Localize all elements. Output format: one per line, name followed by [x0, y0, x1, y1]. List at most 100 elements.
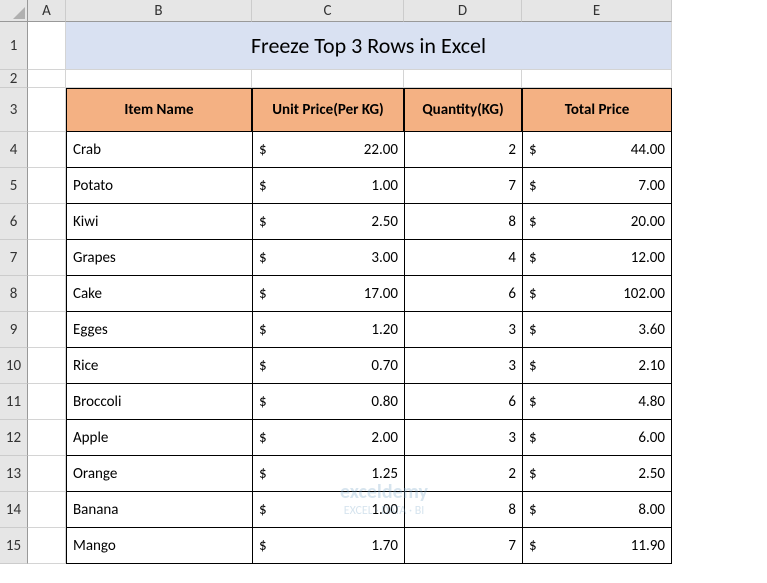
cell-r2-4[interactable] — [522, 70, 672, 88]
cell-A10[interactable] — [28, 348, 66, 384]
cell-item-14[interactable]: Banana — [66, 492, 252, 528]
cell-unit-4[interactable]: $22.00 — [252, 132, 404, 168]
cell-item-6[interactable]: Kiwi — [66, 204, 252, 240]
cell-total-7[interactable]: $12.00 — [522, 240, 672, 276]
cell-qty-6[interactable]: 8 — [404, 204, 522, 240]
column-header-B[interactable]: B — [66, 0, 252, 22]
cell-A14[interactable] — [28, 492, 66, 528]
unit-value: 17.00 — [364, 285, 398, 303]
column-header-C[interactable]: C — [252, 0, 404, 22]
cell-item-7[interactable]: Grapes — [66, 240, 252, 276]
cell-A6[interactable] — [28, 204, 66, 240]
cell-qty-13[interactable]: 2 — [404, 456, 522, 492]
spreadsheet-grid[interactable]: ABCDE1Freeze Top 3 Rows in Excel23Item N… — [0, 0, 767, 564]
column-header-E[interactable]: E — [522, 0, 672, 22]
cell-item-11[interactable]: Broccoli — [66, 384, 252, 420]
row-header-2[interactable]: 2 — [0, 70, 28, 88]
total-value: 12.00 — [631, 249, 665, 267]
cell-unit-6[interactable]: $2.50 — [252, 204, 404, 240]
cell-total-14[interactable]: $8.00 — [522, 492, 672, 528]
cell-r2-2[interactable] — [252, 70, 404, 88]
select-all-corner[interactable] — [0, 0, 28, 22]
cell-A4[interactable] — [28, 132, 66, 168]
cell-A7[interactable] — [28, 240, 66, 276]
unit-value: 1.20 — [371, 321, 398, 339]
cell-qty-8[interactable]: 6 — [404, 276, 522, 312]
cell-total-9[interactable]: $3.60 — [522, 312, 672, 348]
cell-qty-10[interactable]: 3 — [404, 348, 522, 384]
cell-item-10[interactable]: Rice — [66, 348, 252, 384]
cell-r2-3[interactable] — [404, 70, 522, 88]
cell-total-10[interactable]: $2.10 — [522, 348, 672, 384]
row-header-8[interactable]: 8 — [0, 276, 28, 312]
cell-unit-5[interactable]: $1.00 — [252, 168, 404, 204]
cell-A5[interactable] — [28, 168, 66, 204]
cell-unit-9[interactable]: $1.20 — [252, 312, 404, 348]
cell-A8[interactable] — [28, 276, 66, 312]
row-header-10[interactable]: 10 — [0, 348, 28, 384]
cell-item-4[interactable]: Crab — [66, 132, 252, 168]
cell-unit-11[interactable]: $0.80 — [252, 384, 404, 420]
cell-item-15[interactable]: Mango — [66, 528, 252, 564]
cell-qty-14[interactable]: 8 — [404, 492, 522, 528]
unit-value: 0.70 — [371, 357, 398, 375]
cell-total-11[interactable]: $4.80 — [522, 384, 672, 420]
cell-total-6[interactable]: $20.00 — [522, 204, 672, 240]
cell-A1[interactable] — [28, 22, 66, 70]
cell-item-8[interactable]: Cake — [66, 276, 252, 312]
cell-A13[interactable] — [28, 456, 66, 492]
cell-unit-13[interactable]: $1.25 — [252, 456, 404, 492]
cell-qty-12[interactable]: 3 — [404, 420, 522, 456]
row-header-12[interactable]: 12 — [0, 420, 28, 456]
row-header-14[interactable]: 14 — [0, 492, 28, 528]
cell-A15[interactable] — [28, 528, 66, 564]
column-header-D[interactable]: D — [404, 0, 522, 22]
cell-qty-11[interactable]: 6 — [404, 384, 522, 420]
currency-symbol: $ — [529, 465, 537, 483]
title-cell[interactable]: Freeze Top 3 Rows in Excel — [66, 22, 672, 70]
row-header-1[interactable]: 1 — [0, 22, 28, 70]
row-header-15[interactable]: 15 — [0, 528, 28, 564]
currency-symbol: $ — [529, 393, 537, 411]
cell-item-12[interactable]: Apple — [66, 420, 252, 456]
total-value: 11.90 — [631, 537, 665, 555]
cell-unit-7[interactable]: $3.00 — [252, 240, 404, 276]
unit-value: 1.70 — [371, 537, 398, 555]
unit-value: 0.80 — [371, 393, 398, 411]
row-header-11[interactable]: 11 — [0, 384, 28, 420]
row-header-3[interactable]: 3 — [0, 88, 28, 132]
cell-unit-8[interactable]: $17.00 — [252, 276, 404, 312]
cell-qty-9[interactable]: 3 — [404, 312, 522, 348]
cell-total-13[interactable]: $2.50 — [522, 456, 672, 492]
cell-r2-0[interactable] — [28, 70, 66, 88]
row-header-9[interactable]: 9 — [0, 312, 28, 348]
cell-qty-7[interactable]: 4 — [404, 240, 522, 276]
cell-A12[interactable] — [28, 420, 66, 456]
cell-item-13[interactable]: Orange — [66, 456, 252, 492]
cell-item-9[interactable]: Egges — [66, 312, 252, 348]
cell-unit-14[interactable]: $1.00 — [252, 492, 404, 528]
row-header-6[interactable]: 6 — [0, 204, 28, 240]
cell-unit-12[interactable]: $2.00 — [252, 420, 404, 456]
cell-qty-4[interactable]: 2 — [404, 132, 522, 168]
currency-symbol: $ — [259, 537, 267, 555]
row-header-4[interactable]: 4 — [0, 132, 28, 168]
row-header-7[interactable]: 7 — [0, 240, 28, 276]
cell-item-5[interactable]: Potato — [66, 168, 252, 204]
cell-total-5[interactable]: $7.00 — [522, 168, 672, 204]
cell-qty-5[interactable]: 7 — [404, 168, 522, 204]
cell-qty-15[interactable]: 7 — [404, 528, 522, 564]
cell-total-15[interactable]: $11.90 — [522, 528, 672, 564]
cell-total-12[interactable]: $6.00 — [522, 420, 672, 456]
column-header-A[interactable]: A — [28, 0, 66, 22]
row-header-13[interactable]: 13 — [0, 456, 28, 492]
cell-total-4[interactable]: $44.00 — [522, 132, 672, 168]
cell-total-8[interactable]: $102.00 — [522, 276, 672, 312]
cell-r2-1[interactable] — [66, 70, 252, 88]
cell-A11[interactable] — [28, 384, 66, 420]
cell-A3[interactable] — [28, 88, 66, 132]
row-header-5[interactable]: 5 — [0, 168, 28, 204]
cell-A9[interactable] — [28, 312, 66, 348]
cell-unit-15[interactable]: $1.70 — [252, 528, 404, 564]
cell-unit-10[interactable]: $0.70 — [252, 348, 404, 384]
